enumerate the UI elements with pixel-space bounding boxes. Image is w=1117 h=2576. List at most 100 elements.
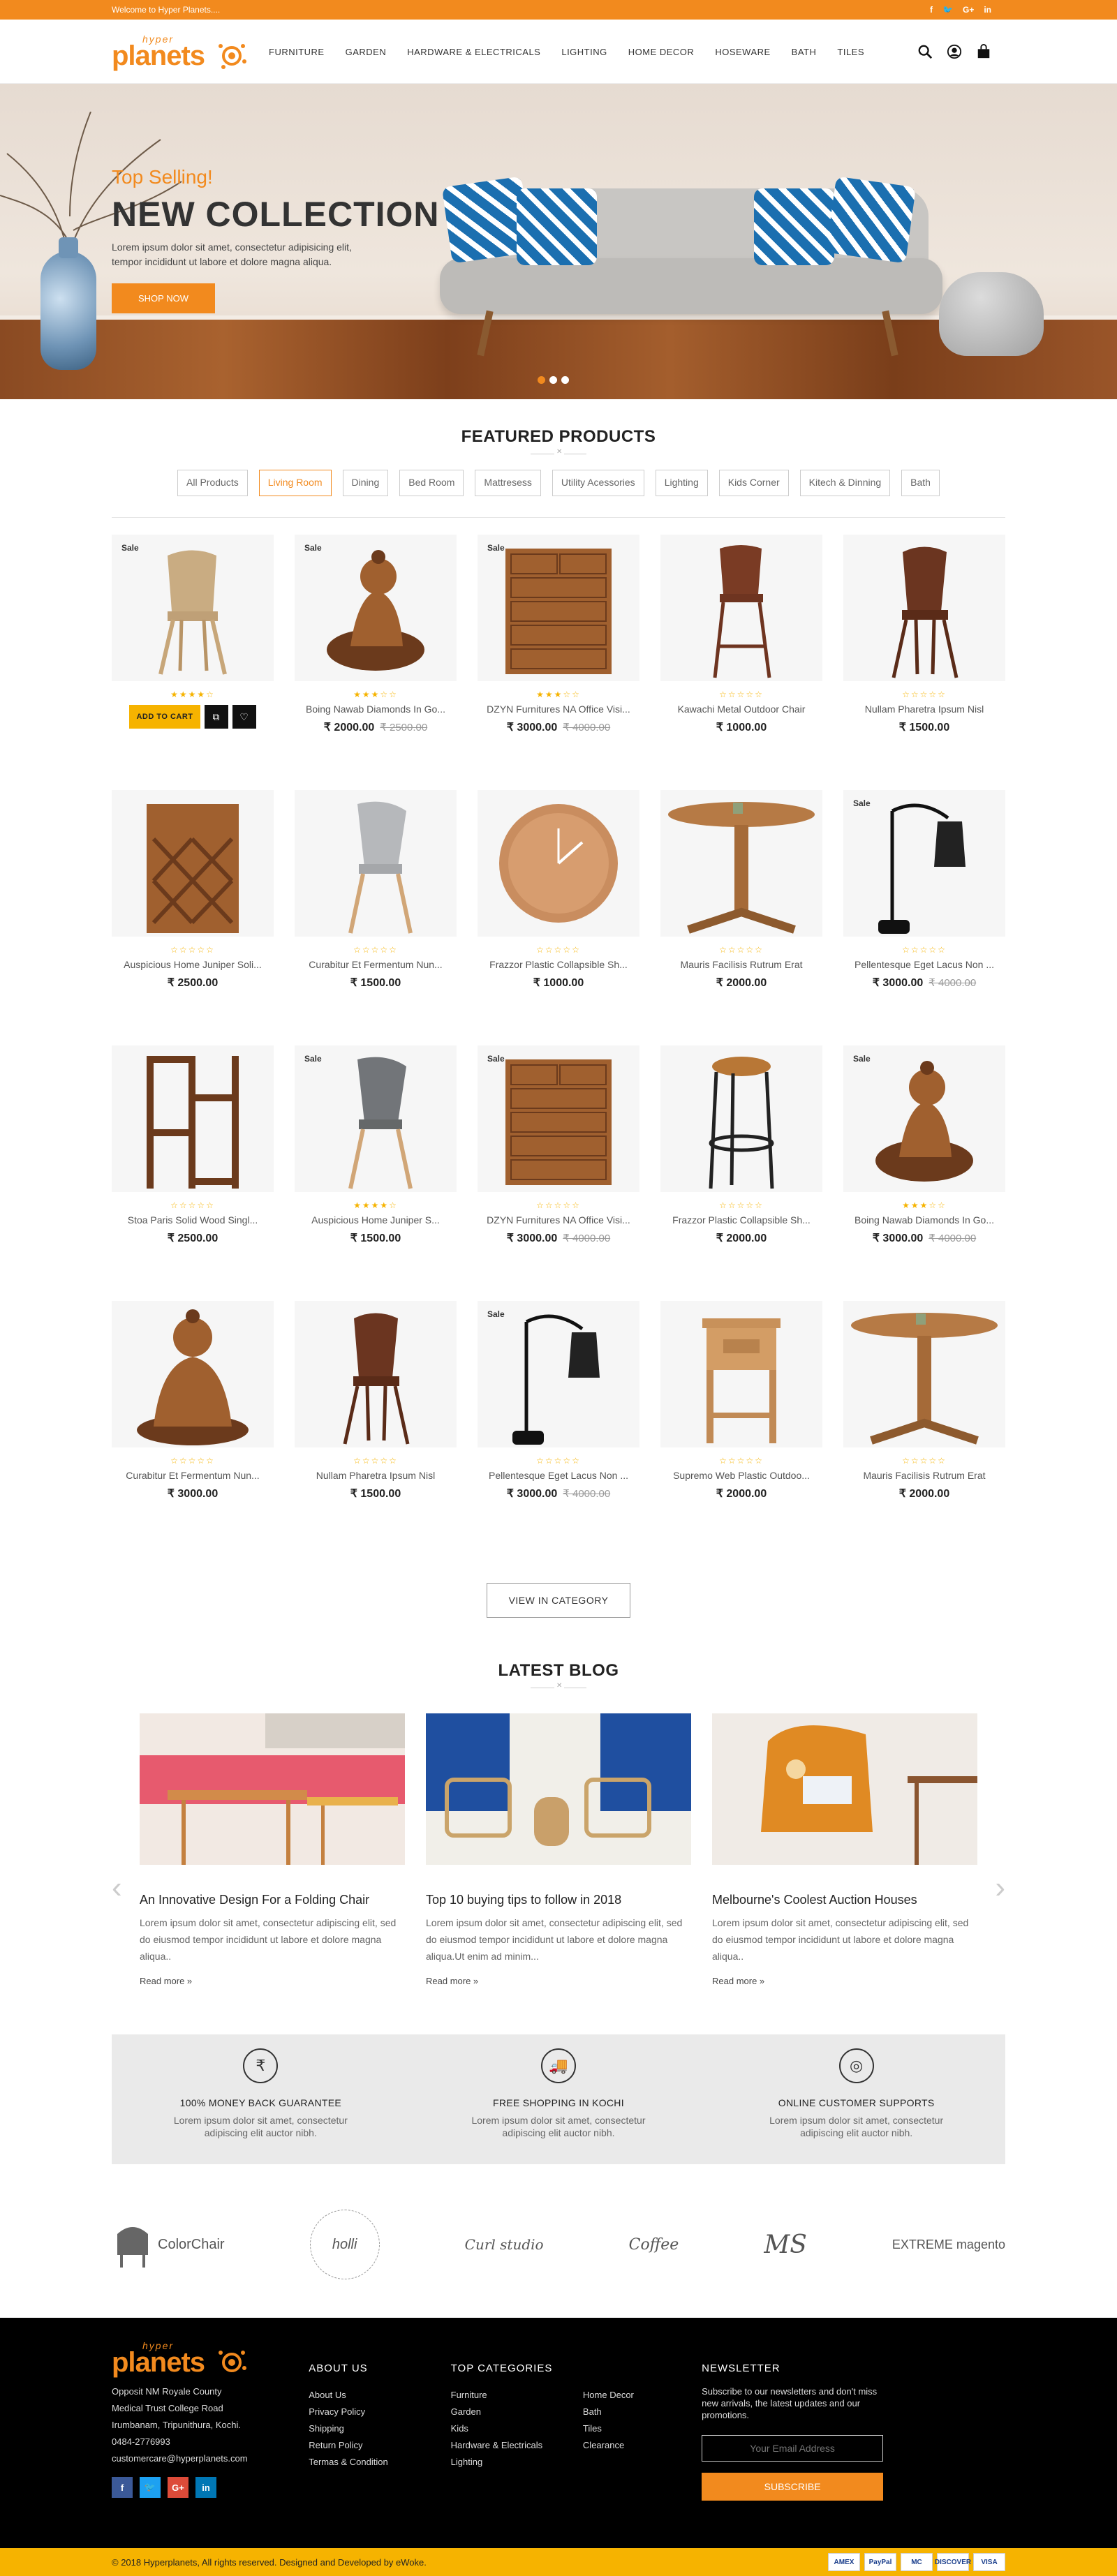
blog-post-title[interactable]: An Innovative Design For a Folding Chair <box>140 1893 405 1907</box>
product-name[interactable]: Curabitur Et Fermentum Nun... <box>112 1470 274 1481</box>
footer-link[interactable]: Bath <box>583 2404 702 2420</box>
filter-7[interactable]: Kids Corner <box>718 470 789 496</box>
nav-bath[interactable]: BATH <box>792 47 817 57</box>
twitter-icon[interactable]: 🐦 <box>140 2477 161 2498</box>
product-name[interactable]: Mauris Facilisis Rutrum Erat <box>660 959 822 970</box>
search-icon[interactable] <box>917 44 933 59</box>
linkedin-icon[interactable]: in <box>195 2477 216 2498</box>
quick-view-icon[interactable]: ⧉ <box>204 705 228 729</box>
footer-link[interactable]: Clearance <box>583 2437 702 2454</box>
product-image[interactable]: Sale <box>843 790 1005 937</box>
filter-0[interactable]: All Products <box>177 470 248 496</box>
product-image[interactable] <box>660 1301 822 1447</box>
product-card[interactable]: ☆☆☆☆☆ Kawachi Metal Outdoor Chair ₹ 1000.0… <box>660 535 822 790</box>
product-name[interactable]: Frazzor Plastic Collapsible Sh... <box>478 959 639 970</box>
product-card[interactable]: ☆☆☆☆☆ Mauris Facilisis Rutrum Erat ₹ 2000.… <box>843 1301 1005 1556</box>
filter-1[interactable]: Living Room <box>258 470 332 496</box>
read-more-link[interactable]: Read more » <box>426 1976 478 1986</box>
filter-8[interactable]: Kitech & Dinning <box>799 470 891 496</box>
cart-icon[interactable] <box>976 44 991 59</box>
product-card[interactable]: ☆☆☆☆☆ Mauris Facilisis Rutrum Erat ₹ 2000.… <box>660 790 822 1045</box>
user-icon[interactable] <box>947 44 962 59</box>
product-name[interactable]: Nullam Pharetra Ipsum Nisl <box>843 703 1005 715</box>
product-name[interactable]: Mauris Facilisis Rutrum Erat <box>843 1470 1005 1481</box>
footer-logo[interactable]: hyper planets <box>112 2337 251 2378</box>
nav-hardware[interactable]: HARDWARE & ELECTRICALS <box>407 47 540 57</box>
footer-link[interactable]: Home Decor <box>583 2387 702 2404</box>
product-name[interactable]: Stoa Paris Solid Wood Singl... <box>112 1214 274 1226</box>
product-image[interactable] <box>660 1045 822 1192</box>
product-card[interactable]: ☆☆☆☆☆ Stoa Paris Solid Wood Singl... ₹ 250… <box>112 1045 274 1301</box>
footer-link[interactable]: Return Policy <box>309 2437 450 2454</box>
nav-lighting[interactable]: LIGHTING <box>561 47 607 57</box>
product-image[interactable] <box>478 790 639 937</box>
product-name[interactable]: Pellentesque Eget Lacus Non ... <box>478 1470 639 1481</box>
product-name[interactable]: Pellentesque Eget Lacus Non ... <box>843 959 1005 970</box>
chevron-left-icon[interactable]: ‹ <box>112 1870 122 1905</box>
heart-icon[interactable]: ♡ <box>232 705 256 729</box>
nav-hoseware[interactable]: HOSEWARE <box>715 47 770 57</box>
blog-image[interactable] <box>712 1713 977 1865</box>
slider-dot[interactable] <box>549 376 557 384</box>
product-name[interactable]: Kawachi Metal Outdoor Chair <box>660 703 822 715</box>
facebook-icon[interactable]: f <box>930 5 933 15</box>
nav-garden[interactable]: GARDEN <box>346 47 387 57</box>
logo[interactable]: hyper planets <box>112 31 251 73</box>
product-card[interactable]: ☆☆☆☆☆ Curabitur Et Fermentum Nun... ₹ 3000… <box>112 1301 274 1556</box>
product-name[interactable]: DZYN Furnitures NA Office Visi... <box>478 703 639 715</box>
product-card[interactable]: Sale ☆☆☆☆☆ Pellentesque Eget Lacus Non ...… <box>478 1301 639 1556</box>
footer-link[interactable]: Garden <box>451 2404 583 2420</box>
footer-link[interactable]: About Us <box>309 2387 450 2404</box>
filter-5[interactable]: Utility Acessories <box>552 470 644 496</box>
blog-image[interactable] <box>140 1713 405 1865</box>
product-card[interactable]: ☆☆☆☆☆ Curabitur Et Fermentum Nun... ₹ 1500… <box>295 790 457 1045</box>
chevron-right-icon[interactable]: › <box>995 1870 1005 1905</box>
product-image[interactable] <box>295 1301 457 1447</box>
product-image[interactable] <box>660 535 822 681</box>
product-card[interactable]: Sale ★★★☆☆ Boing Nawab Diamonds In Go... ₹ … <box>843 1045 1005 1301</box>
product-card[interactable]: Sale ★★★★☆ Auspicious Home Juniper S... ₹ 1… <box>295 1045 457 1301</box>
read-more-link[interactable]: Read more » <box>140 1976 192 1986</box>
twitter-icon[interactable]: 🐦 <box>942 5 953 15</box>
footer-link[interactable]: Termas & Condition <box>309 2454 450 2471</box>
slider-dot[interactable] <box>561 376 569 384</box>
brand-logo[interactable]: MS <box>764 2231 807 2259</box>
nav-home-decor[interactable]: HOME DECOR <box>628 47 695 57</box>
filter-4[interactable]: Mattresess <box>475 470 541 496</box>
product-name[interactable]: Auspicious Home Juniper S... <box>295 1214 457 1226</box>
product-image[interactable] <box>112 1301 274 1447</box>
product-image[interactable] <box>112 790 274 937</box>
subscribe-button[interactable]: SUBSCRIBE <box>702 2473 884 2501</box>
footer-link[interactable]: Shipping <box>309 2420 450 2437</box>
footer-link[interactable]: Privacy Policy <box>309 2404 450 2420</box>
product-image[interactable] <box>295 790 457 937</box>
filter-9[interactable]: Bath <box>901 470 940 496</box>
product-card[interactable]: ☆☆☆☆☆ Nullam Pharetra Ipsum Nisl ₹ 1500.00 <box>295 1301 457 1556</box>
filter-6[interactable]: Lighting <box>655 470 708 496</box>
brand-logo[interactable]: Coffee <box>629 2236 679 2254</box>
blog-post-title[interactable]: Top 10 buying tips to follow in 2018 <box>426 1893 691 1907</box>
google-plus-icon[interactable]: G+ <box>963 5 974 15</box>
footer-link[interactable]: Tiles <box>583 2420 702 2437</box>
product-card[interactable]: Sale ★★★☆☆ DZYN Furnitures NA Office Visi.… <box>478 535 639 790</box>
product-name[interactable]: Curabitur Et Fermentum Nun... <box>295 959 457 970</box>
product-card[interactable]: ☆☆☆☆☆ Frazzor Plastic Collapsible Sh... ₹ … <box>478 790 639 1045</box>
product-card[interactable]: Sale ★★★☆☆ Boing Nawab Diamonds In Go... ₹ … <box>295 535 457 790</box>
product-card[interactable]: Sale ☆☆☆☆☆ DZYN Furnitures NA Office Visi.… <box>478 1045 639 1301</box>
shop-now-button[interactable]: SHOP NOW <box>112 283 215 313</box>
product-card[interactable]: ☆☆☆☆☆ Frazzor Plastic Collapsible Sh... ₹ … <box>660 1045 822 1301</box>
brand-logo[interactable]: Curl studio <box>465 2236 544 2253</box>
view-in-category-button[interactable]: VIEW IN CATEGORY <box>487 1583 630 1618</box>
add-to-cart-button[interactable]: ADD TO CART <box>129 705 200 729</box>
footer-link[interactable]: Lighting <box>451 2454 583 2471</box>
footer-link[interactable]: Furniture <box>451 2387 583 2404</box>
product-card[interactable]: Sale ★★★★☆ ADD TO CART ⧉ ♡ <box>112 535 274 790</box>
product-name[interactable]: Frazzor Plastic Collapsible Sh... <box>660 1214 822 1226</box>
product-image[interactable]: Sale <box>478 535 639 681</box>
brand-logo[interactable]: holli <box>309 2210 380 2279</box>
product-image[interactable]: Sale <box>295 1045 457 1192</box>
product-image[interactable] <box>843 1301 1005 1447</box>
linkedin-icon[interactable]: in <box>984 5 991 15</box>
nav-tiles[interactable]: TILES <box>837 47 864 57</box>
product-image[interactable]: Sale <box>478 1045 639 1192</box>
